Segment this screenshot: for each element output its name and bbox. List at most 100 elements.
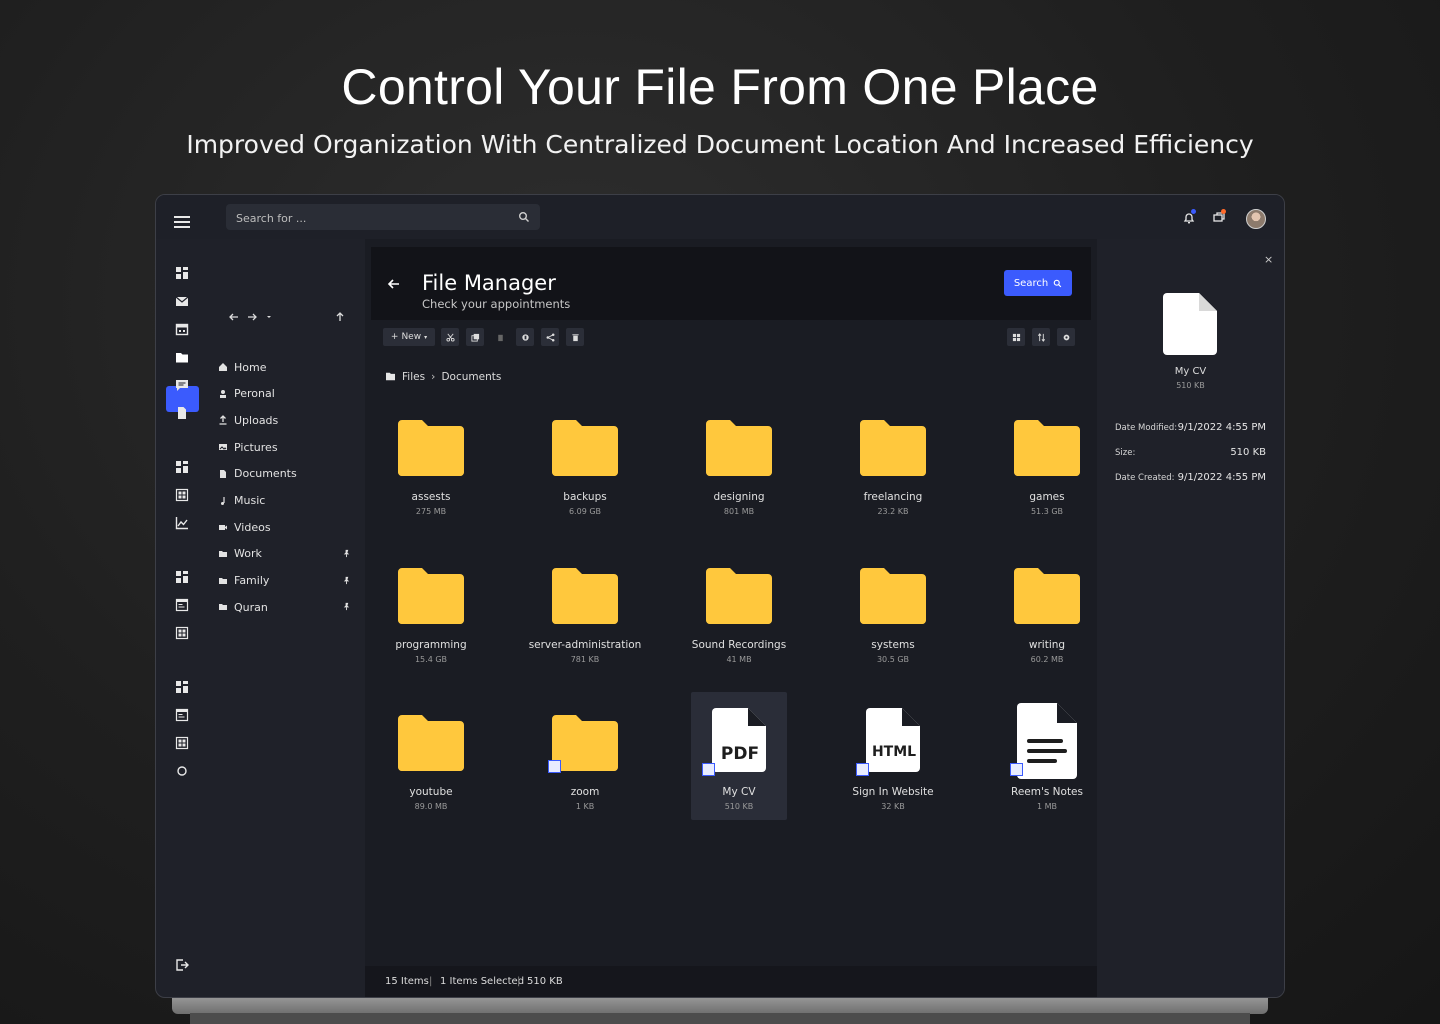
shortcut-arrow-icon bbox=[1010, 763, 1023, 776]
file-tile[interactable]: designing 801 MB bbox=[691, 397, 787, 525]
file-size: 32 KB bbox=[881, 802, 905, 811]
sidebar-item-work[interactable]: Work bbox=[218, 547, 262, 561]
folder-icon bbox=[1014, 567, 1080, 624]
sort-button[interactable] bbox=[1032, 328, 1050, 346]
dashboard-icon-3[interactable] bbox=[175, 570, 189, 584]
folder-icon bbox=[386, 372, 395, 381]
status-bar: 15 Items | 1 Items Selected | 510 KB bbox=[365, 966, 1097, 997]
sidebar-item-documents[interactable]: Documents bbox=[218, 467, 297, 481]
upload-icon bbox=[219, 415, 227, 426]
file-name: youtube bbox=[409, 786, 453, 798]
sidebar-item-quran[interactable]: Quran bbox=[218, 600, 268, 614]
new-button[interactable]: + New ▾ bbox=[383, 328, 435, 346]
grid-icon-3[interactable] bbox=[175, 736, 189, 750]
sidebar-item-family[interactable]: Family bbox=[218, 574, 269, 588]
file-size: 510 KB bbox=[724, 802, 754, 811]
search-input[interactable] bbox=[226, 204, 508, 232]
sidebar-item-videos[interactable]: Videos bbox=[218, 520, 271, 534]
close-icon[interactable]: × bbox=[1264, 253, 1273, 266]
forward-history-icon[interactable] bbox=[246, 311, 258, 323]
folder-icon bbox=[398, 420, 464, 476]
window-icon-2[interactable] bbox=[175, 708, 189, 722]
dashboard-icon-2[interactable] bbox=[175, 460, 189, 474]
rename-icon bbox=[521, 333, 529, 341]
up-folder-icon[interactable] bbox=[334, 311, 346, 323]
file-tile[interactable]: server-administration 781 KB bbox=[529, 545, 641, 673]
file-tile[interactable]: zoom 1 KB bbox=[537, 692, 633, 820]
pdf-badge: PDF bbox=[720, 744, 760, 764]
file-tile[interactable]: games 51.3 GB bbox=[999, 397, 1095, 525]
page-title: File Manager bbox=[422, 271, 556, 295]
cut-button[interactable] bbox=[441, 328, 459, 346]
file-tile[interactable]: systems 30.5 GB bbox=[845, 545, 941, 673]
new-button-label: New bbox=[401, 332, 422, 342]
chat-bubble-icon[interactable] bbox=[175, 378, 189, 392]
dashboard-icon-4[interactable] bbox=[175, 680, 189, 694]
top-bar bbox=[156, 195, 1284, 239]
back-arrow-icon[interactable] bbox=[387, 277, 401, 291]
folder-icon bbox=[706, 420, 772, 476]
breadcrumb-root[interactable]: Files bbox=[402, 371, 425, 383]
folder-icon[interactable] bbox=[175, 350, 189, 364]
window-icon[interactable] bbox=[175, 598, 189, 612]
circle-icon[interactable] bbox=[175, 764, 189, 778]
file-tile[interactable]: youtube 89.0 MB bbox=[383, 692, 479, 820]
grid-icon[interactable] bbox=[175, 488, 189, 502]
grid-icon-2[interactable] bbox=[175, 626, 189, 640]
pin-icon[interactable] bbox=[342, 602, 351, 611]
html-file-icon bbox=[866, 708, 920, 772]
sidebar-item-peronal[interactable]: Peronal bbox=[218, 387, 275, 401]
chart-icon[interactable] bbox=[175, 516, 189, 530]
back-history-icon[interactable] bbox=[228, 311, 240, 323]
pin-icon[interactable] bbox=[342, 549, 351, 558]
sidebar-item-home[interactable]: Home bbox=[218, 360, 266, 374]
dashboard-icon[interactable] bbox=[175, 266, 189, 280]
settings-button[interactable] bbox=[1057, 328, 1075, 346]
menu-icon[interactable] bbox=[174, 216, 190, 231]
search-icon[interactable] bbox=[518, 211, 530, 223]
shortcut-arrow-icon bbox=[856, 763, 869, 776]
hero-title: Control Your File From One Place bbox=[341, 59, 1099, 115]
notes-file-icon bbox=[1017, 703, 1077, 779]
sidebar-item-pictures[interactable]: Pictures bbox=[218, 440, 278, 454]
file-tile[interactable]: backups 6.09 GB bbox=[537, 397, 633, 525]
copy-button[interactable] bbox=[466, 328, 484, 346]
breadcrumb: Files › Documents bbox=[385, 370, 501, 383]
paste-button[interactable] bbox=[491, 328, 509, 346]
search-button[interactable]: Search bbox=[1004, 270, 1072, 296]
file-tile[interactable]: freelancing 23.2 KB bbox=[845, 397, 941, 525]
folder-icon bbox=[552, 715, 618, 771]
file-name: server-administration bbox=[528, 638, 642, 651]
share-button[interactable] bbox=[541, 328, 559, 346]
file-tile[interactable]: programming 15.4 GB bbox=[383, 545, 479, 673]
sidebar-item-label: Quran bbox=[234, 600, 268, 614]
sidebar-item-music[interactable]: Music bbox=[218, 494, 265, 508]
detail-prop-value: 9/1/2022 4:55 PM bbox=[1177, 422, 1266, 433]
file-tile[interactable]: Reem's Notes 1 MB bbox=[999, 692, 1095, 820]
file-tile[interactable]: assests 275 MB bbox=[383, 397, 479, 525]
view-grid-button[interactable] bbox=[1007, 328, 1025, 346]
sidebar-item-label: Videos bbox=[234, 520, 271, 534]
icon-rail bbox=[156, 239, 208, 997]
hero-subtitle: Improved Organization With Centralized D… bbox=[186, 130, 1254, 159]
file-tile[interactable]: PDF My CV 510 KB bbox=[691, 692, 787, 820]
logout-icon[interactable] bbox=[175, 958, 189, 972]
breadcrumb-current[interactable]: Documents bbox=[441, 371, 501, 383]
folder-icon bbox=[219, 577, 227, 584]
file-name: Sign In Website bbox=[852, 786, 934, 798]
gear-icon bbox=[1063, 334, 1069, 340]
file-tile[interactable]: HTML Sign In Website 32 KB bbox=[845, 692, 941, 820]
delete-button[interactable] bbox=[566, 328, 584, 346]
paste-icon bbox=[497, 334, 503, 341]
document-preview-icon bbox=[1163, 293, 1217, 355]
mail-icon[interactable] bbox=[175, 294, 189, 308]
file-tile[interactable]: Sound Recordings 41 MB bbox=[691, 545, 787, 673]
file-tile[interactable]: writing 60.2 MB bbox=[999, 545, 1095, 673]
history-dropdown-icon[interactable] bbox=[265, 311, 273, 323]
rename-button[interactable] bbox=[516, 328, 534, 346]
document-icon[interactable] bbox=[175, 406, 189, 420]
pin-icon[interactable] bbox=[342, 576, 351, 585]
calendar-icon[interactable] bbox=[175, 322, 189, 336]
sidebar-item-uploads[interactable]: Uploads bbox=[218, 413, 278, 427]
avatar[interactable] bbox=[1246, 209, 1266, 229]
